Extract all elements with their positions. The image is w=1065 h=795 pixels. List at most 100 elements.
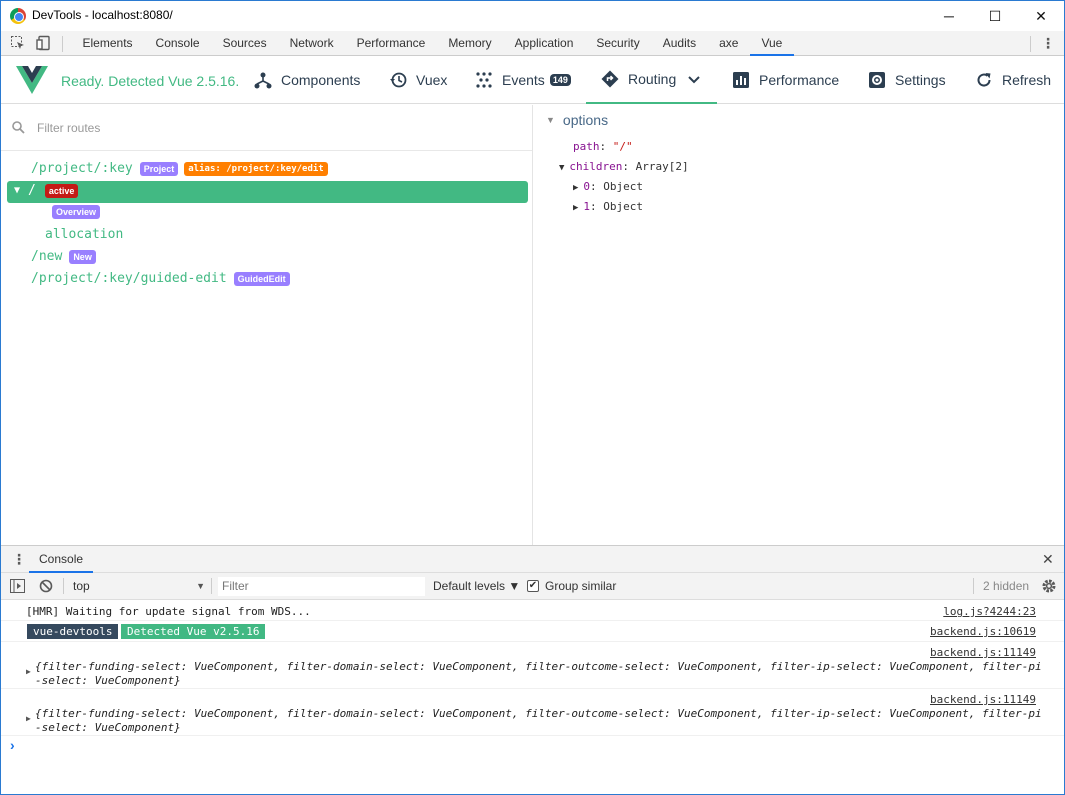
dropdown-arrow-icon: ▼ bbox=[196, 581, 205, 591]
message-text: {filter-funding-select: VueComponent, fi… bbox=[35, 660, 1042, 673]
group-similar-label: Group similar bbox=[545, 579, 617, 593]
drawer-menu-icon[interactable]: ⋮ bbox=[12, 551, 26, 568]
vue-logo-icon bbox=[16, 66, 48, 97]
route-inspector-pane: ▼ options path: "/" ▼ children: Array[2] … bbox=[534, 105, 1064, 545]
prop-children[interactable]: ▼ children: Array[2] bbox=[559, 160, 689, 173]
expand-arrow-icon[interactable]: ▶ bbox=[26, 714, 31, 723]
vue-status-text: Ready. Detected Vue 2.5.16. bbox=[61, 73, 240, 89]
minimize-button[interactable]: ─ bbox=[926, 1, 972, 31]
expand-arrow-icon[interactable]: ▶ bbox=[573, 203, 578, 213]
maximize-button[interactable]: ☐ bbox=[972, 1, 1018, 31]
nav-routing[interactable]: Routing bbox=[586, 56, 717, 104]
tab-audits[interactable]: Audits bbox=[651, 31, 707, 56]
tab-axe[interactable]: axe bbox=[708, 31, 750, 56]
close-window-button[interactable]: ✕ bbox=[1018, 1, 1064, 31]
expand-arrow-icon[interactable]: ▼ bbox=[559, 163, 564, 173]
expand-arrow-icon[interactable]: ▶ bbox=[26, 667, 31, 676]
nav-vuex[interactable]: Vuex bbox=[388, 56, 447, 104]
route-tag-project: Project bbox=[139, 161, 179, 176]
message-text: -select: VueComponent} bbox=[35, 721, 181, 734]
nav-events[interactable]: Events 149 bbox=[474, 56, 571, 104]
window-title-bar: DevTools - localhost:8080/ ─ ☐ ✕ bbox=[1, 1, 1064, 31]
hidden-count: 2 hidden bbox=[983, 579, 1030, 593]
nav-components[interactable]: Components bbox=[253, 56, 360, 104]
clear-console-icon[interactable] bbox=[39, 579, 53, 596]
route-filter-bar: Filter routes bbox=[1, 105, 532, 151]
components-icon bbox=[253, 70, 273, 90]
tab-application[interactable]: Application bbox=[503, 31, 585, 56]
prop-path: path: "/" bbox=[573, 140, 633, 153]
route-path: /project/:key/guided-edit bbox=[31, 271, 227, 286]
route-item[interactable]: /new New bbox=[31, 249, 96, 264]
devtools-tabs: Elements Console Sources Network Perform… bbox=[71, 31, 794, 56]
collapse-arrow-icon: ▼ bbox=[546, 115, 555, 125]
route-item[interactable]: /project/:key/guided-edit GuidedEdit bbox=[31, 271, 290, 286]
selected-route-row[interactable] bbox=[7, 181, 528, 203]
drawer-tab-console[interactable]: Console bbox=[29, 546, 94, 573]
options-section-header[interactable]: ▼ options bbox=[546, 112, 608, 128]
toolbar-divider bbox=[62, 36, 63, 52]
filter-routes-input[interactable]: Filter routes bbox=[37, 121, 437, 135]
detected-vue-badge: Detected Vue v2.5.16 bbox=[121, 624, 266, 639]
chrome-logo-icon bbox=[10, 8, 26, 24]
route-tag-overview: Overview bbox=[52, 205, 101, 219]
refresh-button[interactable]: Refresh bbox=[974, 56, 1051, 104]
nav-performance[interactable]: Performance bbox=[731, 56, 839, 104]
group-similar-checkbox[interactable]: ✔ bbox=[527, 580, 539, 592]
refresh-icon bbox=[974, 70, 994, 90]
console-settings-icon[interactable] bbox=[1041, 578, 1057, 597]
expand-arrow-icon[interactable]: ▶ bbox=[573, 183, 578, 193]
drawer-header: ⋮ Console ✕ bbox=[1, 545, 1064, 573]
console-message: backend.js:11149 ▶ {filter-funding-selec… bbox=[1, 642, 1064, 689]
routes-pane: Filter routes /project/:key Project alia… bbox=[1, 105, 533, 545]
console-filter-input[interactable]: Filter bbox=[218, 577, 425, 596]
tab-memory[interactable]: Memory bbox=[437, 31, 503, 56]
prop-child-1[interactable]: ▶ 1: Object bbox=[573, 200, 643, 213]
message-text: {filter-funding-select: VueComponent, fi… bbox=[35, 707, 1042, 720]
nav-settings[interactable]: Settings bbox=[867, 56, 946, 104]
prop-child-0[interactable]: ▶ 0: Object bbox=[573, 180, 643, 193]
tab-performance[interactable]: Performance bbox=[345, 31, 437, 56]
context-select[interactable]: top ▼ bbox=[73, 577, 208, 596]
source-link[interactable]: backend.js:11149 bbox=[930, 646, 1036, 659]
chevron-down-icon bbox=[688, 71, 700, 87]
nav-refresh-label: Refresh bbox=[1002, 72, 1052, 88]
events-icon bbox=[474, 70, 494, 90]
tab-security[interactable]: Security bbox=[585, 31, 651, 56]
source-link[interactable]: backend.js:11149 bbox=[930, 693, 1036, 706]
tab-console[interactable]: Console bbox=[144, 31, 211, 56]
inspect-element-icon[interactable] bbox=[9, 34, 27, 52]
vue-devtools-header: Ready. Detected Vue 2.5.16. Components V… bbox=[1, 56, 1064, 104]
settings-icon bbox=[867, 70, 887, 90]
section-title: options bbox=[562, 112, 609, 128]
default-levels-dropdown[interactable]: Default levels ▼ bbox=[433, 577, 520, 596]
route-item-selected[interactable]: ▼ / active bbox=[14, 183, 79, 198]
tab-network[interactable]: Network bbox=[278, 31, 345, 56]
route-item[interactable]: /project/:key Project alias: /project/:k… bbox=[31, 161, 328, 176]
message-text: [HMR] Waiting for update signal from WDS… bbox=[26, 605, 311, 618]
context-value: top bbox=[73, 579, 90, 593]
console-message: backend.js:11149 ▶ {filter-funding-selec… bbox=[1, 689, 1064, 736]
close-drawer-icon[interactable]: ✕ bbox=[1042, 551, 1054, 568]
source-link[interactable]: backend.js:10619 bbox=[930, 625, 1036, 638]
tab-sources[interactable]: Sources bbox=[211, 31, 278, 56]
more-menu-icon[interactable]: ⋮ bbox=[1039, 34, 1057, 52]
prop-key: path bbox=[573, 140, 600, 153]
expand-arrow-icon[interactable]: ▼ bbox=[14, 185, 20, 196]
console-input[interactable] bbox=[25, 739, 1055, 757]
source-link[interactable]: log.js?4244:23 bbox=[943, 605, 1036, 618]
route-alias-tag: alias: /project/:key/edit bbox=[184, 161, 328, 176]
route-item[interactable]: allocation bbox=[45, 227, 123, 242]
console-prompt-icon: › bbox=[10, 737, 15, 753]
device-toolbar-icon[interactable] bbox=[35, 34, 53, 52]
sidebar-toggle-icon[interactable] bbox=[10, 579, 25, 596]
route-item[interactable]: Overview bbox=[45, 205, 101, 219]
nav-routing-label: Routing bbox=[628, 71, 677, 87]
tab-vue[interactable]: Vue bbox=[749, 31, 794, 56]
route-path: /project/:key bbox=[31, 161, 133, 176]
prop-value: "/" bbox=[612, 140, 633, 153]
tab-elements[interactable]: Elements bbox=[71, 31, 144, 56]
message-text: -select: VueComponent} bbox=[35, 674, 181, 687]
vue-devtools-badge: vue-devtools bbox=[27, 624, 119, 639]
prop-value: Object bbox=[603, 200, 644, 213]
